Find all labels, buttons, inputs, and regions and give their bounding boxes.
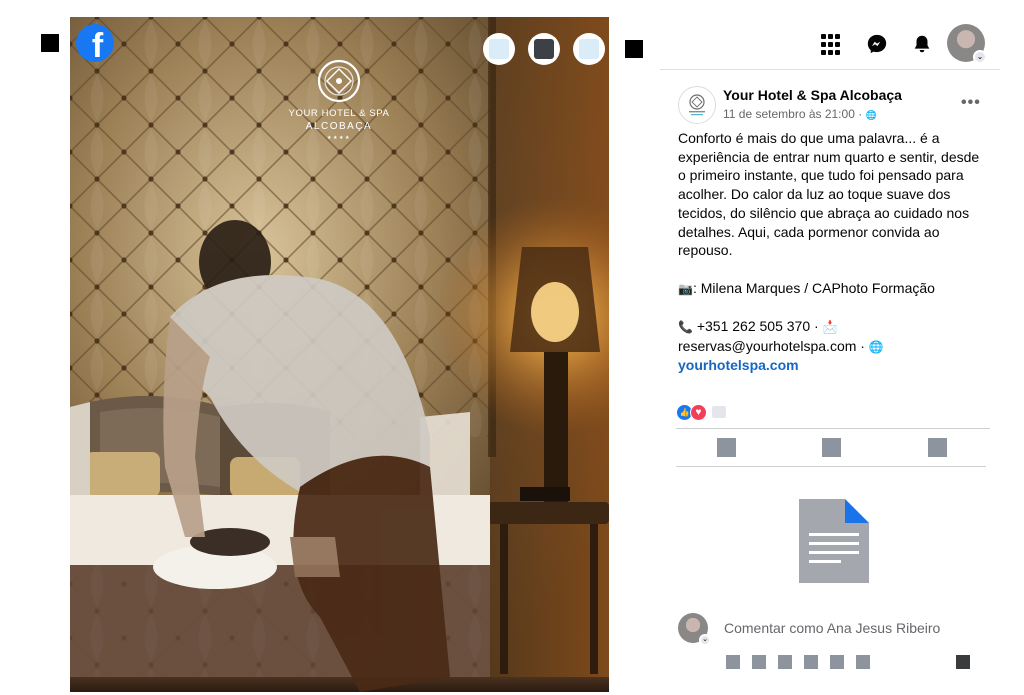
send-comment-button[interactable] — [956, 655, 970, 669]
post-photo[interactable]: YOUR HOTEL & SPA ALCOBAÇA ★★★★ — [70, 17, 609, 692]
share-button[interactable] — [928, 438, 947, 457]
facebook-logo-letter: f — [91, 27, 104, 62]
divider — [676, 428, 990, 429]
post-header: Your Hotel & Spa Alcobaça 11 de setembro… — [678, 86, 998, 126]
globe-privacy-icon: 🌐 — [865, 110, 877, 120]
post-paragraph: Conforto é mais do que uma palavra... é … — [678, 130, 980, 259]
comment-composer: ⌄ Comentar como Ana Jesus Ribeiro — [678, 613, 998, 647]
zoom-out-button[interactable] — [528, 33, 560, 65]
camera-icon: 📷 — [678, 281, 693, 296]
facebook-logo-icon[interactable]: f — [76, 24, 114, 62]
love-reaction-icon: ♥ — [690, 403, 707, 421]
emoji-icon[interactable] — [752, 655, 766, 669]
account-avatar[interactable]: ⌄ — [947, 24, 987, 64]
fullscreen-button[interactable] — [573, 33, 605, 65]
next-photo-button[interactable] — [625, 40, 643, 58]
comment-input[interactable]: Comentar como Ana Jesus Ribeiro — [724, 620, 940, 636]
page-avatar[interactable] — [678, 86, 716, 124]
logo-stars: ★★★★ — [327, 135, 351, 141]
phone-number: +351 262 505 370 · — [692, 318, 823, 334]
reactions-summary[interactable]: 👍 ♥ — [676, 403, 726, 421]
close-viewer-button[interactable] — [41, 34, 59, 52]
phone-icon: 📞 — [678, 320, 693, 334]
bell-icon[interactable] — [911, 33, 933, 55]
gif-icon[interactable] — [804, 655, 818, 669]
logo-line-1: YOUR HOTEL & SPA — [289, 108, 390, 119]
post-panel: ⌄ Your Hotel & Spa Alcobaça 11 de setemb… — [660, 0, 1024, 695]
email-address: reservas@yourhotelspa.com · — [678, 337, 869, 354]
menu-grid-icon[interactable] — [821, 34, 843, 56]
post-date-text: 11 de setembro às 21:00 · — [723, 107, 863, 121]
camera-icon[interactable] — [778, 655, 792, 669]
messenger-icon[interactable] — [866, 33, 888, 55]
comment-toolbar — [726, 655, 870, 669]
sticker-icon[interactable] — [830, 655, 844, 669]
globe-icon: 🌐 — [868, 339, 884, 354]
avatar-sticker-icon[interactable] — [726, 655, 740, 669]
user-dropdown-icon[interactable]: ⌄ — [699, 634, 711, 646]
inbox-icon: 📩 — [822, 320, 838, 334]
fullscreen-icon — [579, 39, 599, 59]
post-timestamp[interactable]: 11 de setembro às 21:00 · 🌐 — [723, 107, 877, 121]
user-avatar[interactable]: ⌄ — [678, 613, 711, 646]
attach-icon[interactable] — [856, 655, 870, 669]
zoom-in-button[interactable] — [483, 33, 515, 65]
more-options-button[interactable]: ••• — [961, 94, 981, 112]
email-line: reservas@yourhotelspa.com · 🌐 — [678, 337, 990, 357]
document-placeholder-icon — [799, 499, 869, 583]
hotel-room-image: YOUR HOTEL & SPA ALCOBAÇA ★★★★ — [70, 17, 609, 692]
page-logo-icon — [689, 94, 705, 116]
like-button[interactable] — [717, 438, 736, 457]
zoom-in-icon — [489, 39, 509, 59]
reaction-count — [712, 406, 726, 418]
account-dropdown-icon[interactable]: ⌄ — [973, 50, 987, 64]
photo-viewer: YOUR HOTEL & SPA ALCOBAÇA ★★★★ f — [0, 0, 660, 695]
contact-line: 📞 +351 262 505 370 · 📩 — [678, 317, 990, 337]
top-bar: ⌄ — [660, 0, 1000, 70]
comment-button[interactable] — [822, 438, 841, 457]
divider — [676, 466, 986, 467]
photo-credit-text: : Milena Marques / CAPhoto Formação — [692, 279, 935, 296]
post-text: Conforto é mais do que uma palavra... é … — [678, 129, 990, 375]
website-link[interactable]: yourhotelspa.com — [678, 357, 799, 373]
logo-line-2: ALCOBAÇA — [306, 121, 372, 132]
photo-credit: 📷: Milena Marques / CAPhoto Formação — [678, 279, 990, 299]
page-name-link[interactable]: Your Hotel & Spa Alcobaça — [723, 87, 902, 103]
zoom-out-icon — [534, 39, 554, 59]
